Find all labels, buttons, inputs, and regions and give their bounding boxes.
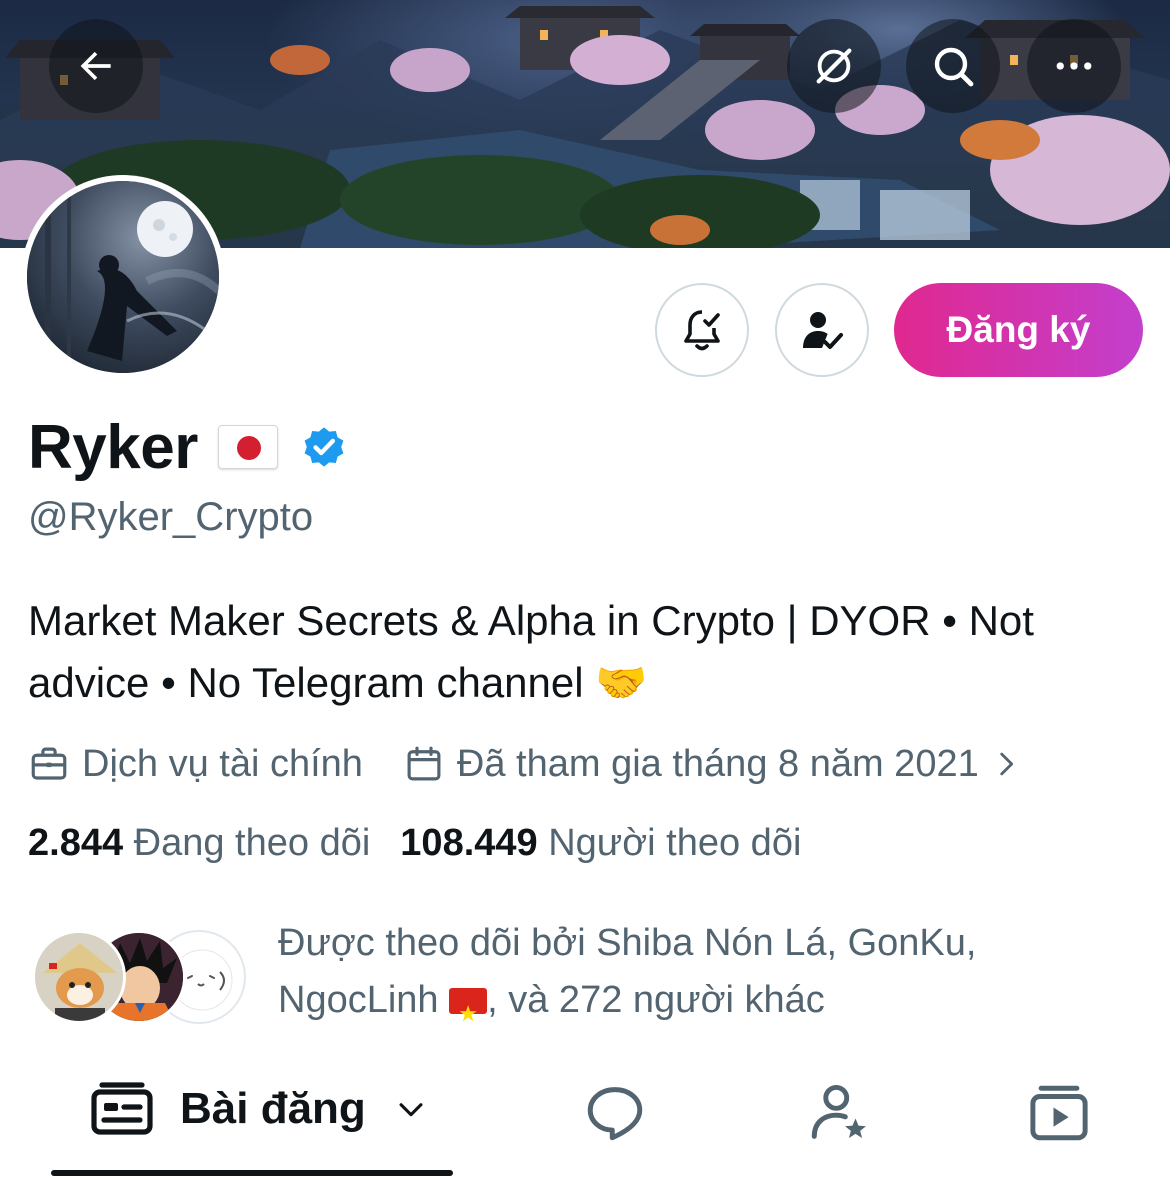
reply-bubble-icon	[587, 1087, 643, 1141]
profile-category: Dịch vụ tài chính	[28, 743, 363, 786]
follower-name: NgocLinh	[278, 979, 439, 1021]
follow-stats: 2.844 Đang theo dõi 108.449 Người theo d…	[28, 822, 801, 865]
chevron-down-icon	[394, 1092, 428, 1126]
profile-avatar[interactable]	[21, 175, 225, 379]
profile-bio: Market Maker Secrets & Alpha in Crypto |…	[28, 590, 1138, 714]
japan-flag-icon	[217, 425, 278, 469]
video-icon	[1030, 1085, 1088, 1141]
verified-badge-icon	[304, 427, 344, 467]
followers-label: Người theo dõi	[548, 822, 802, 864]
tab-posts[interactable]: Bài đăng	[90, 1080, 428, 1138]
following-label: Đang theo dõi	[133, 822, 371, 864]
briefcase-icon	[31, 747, 67, 780]
vietnam-flag-icon	[449, 985, 488, 1042]
followed-by-line: NgocLinh , và 272 người khác	[278, 972, 1138, 1042]
profile-name: Ryker	[28, 412, 198, 482]
profile-name-row: Ryker	[28, 412, 348, 482]
search-icon	[934, 47, 974, 87]
bell-check-icon	[684, 310, 720, 351]
profile-meta: Dịch vụ tài chính Đã tham gia tháng 8 nă…	[28, 736, 1035, 792]
category-label: Dịch vụ tài chính	[82, 742, 363, 785]
verified-badge[interactable]	[300, 423, 348, 471]
calendar-icon	[407, 746, 441, 781]
user-star-icon	[811, 1084, 866, 1139]
subscribe-button[interactable]: Đăng ký	[894, 283, 1143, 377]
chevron-right-icon	[1000, 752, 1013, 776]
posts-icon	[91, 1082, 153, 1135]
profile-joined[interactable]: Đã tham gia tháng 8 năm 2021	[403, 743, 1035, 786]
tab-replies[interactable]	[582, 1080, 648, 1151]
avatar-image	[27, 181, 219, 373]
user-check-icon	[803, 312, 843, 349]
more-icon	[1056, 62, 1092, 70]
profile-handle: @Ryker_Crypto	[28, 495, 314, 539]
bio-line: Market Maker Secrets & Alpha in Crypto |…	[28, 597, 1034, 644]
profile-tabs: Bài đăng	[0, 1058, 1170, 1178]
more-button[interactable]	[1027, 19, 1121, 113]
following-stat[interactable]: 2.844 Đang theo dõi	[28, 822, 370, 865]
bio-line: advice • No Telegram channel 🤝	[28, 659, 648, 706]
active-tab-indicator	[51, 1170, 453, 1176]
notifications-button[interactable]	[655, 283, 749, 377]
followed-by-avatars[interactable]	[32, 930, 252, 1026]
followed-by-rest: , và 272 người khác	[487, 979, 825, 1021]
grok-icon	[816, 48, 852, 84]
following-button[interactable]	[775, 283, 869, 377]
search-button[interactable]	[906, 19, 1000, 113]
joined-label: Đã tham gia tháng 8 năm 2021	[456, 742, 979, 785]
tab-highlights[interactable]	[806, 1080, 872, 1151]
followers-stat[interactable]: 108.449 Người theo dõi	[400, 822, 801, 865]
arrow-left-icon	[80, 51, 111, 81]
tab-posts-label: Bài đăng	[180, 1084, 366, 1133]
following-count: 2.844	[28, 822, 124, 864]
follower-avatar	[32, 930, 126, 1024]
tab-media[interactable]	[1026, 1080, 1092, 1151]
followed-by-text[interactable]: Được theo dõi bởi Shiba Nón Lá, GonKu, N…	[278, 915, 1138, 1042]
followers-count: 108.449	[400, 822, 538, 864]
followed-by-line: Được theo dõi bởi Shiba Nón Lá, GonKu,	[278, 922, 977, 964]
grok-button[interactable]	[787, 19, 881, 113]
back-button[interactable]	[49, 19, 143, 113]
